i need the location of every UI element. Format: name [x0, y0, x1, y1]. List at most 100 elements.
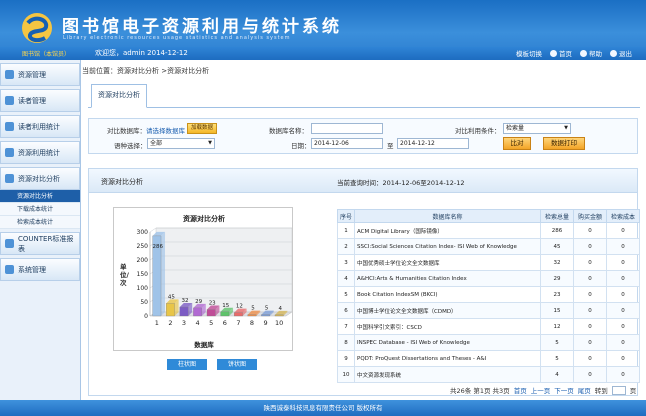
condition-select[interactable]: 检索量 ▼	[503, 123, 571, 134]
reader-icon	[5, 96, 14, 105]
tab-compare-analysis[interactable]: 资源对比分析	[91, 84, 147, 108]
cell-search-total: 29	[540, 270, 574, 287]
user-role: 图书馆（本馆员）	[22, 51, 71, 58]
sidebar-sub-search-cost[interactable]: 检索成本统计	[0, 216, 80, 229]
cell-purchase: 0	[573, 286, 607, 303]
cell-dbname: ACM Digital Library（国际镜像）	[354, 222, 541, 239]
chart-x-tick-label: 8	[250, 319, 254, 327]
table-row: 2 SSCI:Social Sciences Citation Index- IS…	[337, 238, 640, 255]
chart-x-tick-label: 3	[182, 319, 186, 327]
sidebar-item-reader-management[interactable]: 读者管理	[0, 89, 80, 112]
cell-purchase: 0	[573, 334, 607, 351]
table-row: 10 中文资源发现系统 4 0 0	[337, 366, 640, 383]
chart-data-label: 23	[209, 301, 216, 307]
template-switch-link[interactable]: 模板切换	[516, 48, 542, 58]
pager-prev[interactable]: 上一页	[531, 385, 551, 395]
table-row: 6 中国博士学位论文全文数据库（CDMD） 15 0 0	[337, 302, 640, 319]
exit-icon	[610, 49, 617, 57]
cell-dbname: SSCI:Social Sciences Citation Index- ISI…	[354, 238, 541, 255]
cell-search-total: 15	[540, 302, 574, 319]
cell-cost: 0	[606, 334, 640, 351]
bar-chart-button[interactable]: 柱状图	[167, 359, 207, 370]
chart-bar	[274, 314, 284, 317]
lang-label: 语种选择：	[114, 142, 147, 150]
sidebar-item-reader-stats[interactable]: 读者利用统计	[0, 115, 80, 138]
filter-panel: 对比数据库： 请选择数据库 加载数据 数据库名称： 对比利用条件： 检索量 ▼ 语…	[88, 118, 638, 154]
sidebar-item-compare-analysis[interactable]: 资源对比分析	[0, 167, 80, 190]
cell-search-total: 4	[540, 366, 574, 383]
chart-bar	[166, 303, 175, 317]
pie-chart-button[interactable]: 饼状图	[217, 359, 257, 370]
exit-link[interactable]: 退出	[610, 48, 632, 58]
compare-button[interactable]: 比对	[503, 137, 531, 150]
lang-select[interactable]: 全部 ▼	[147, 138, 215, 149]
cell-cost: 0	[606, 350, 640, 367]
resource-icon	[5, 70, 14, 79]
print-button[interactable]: 数据打印	[543, 137, 585, 150]
pager-first[interactable]: 首页	[514, 385, 527, 395]
resource-stats-icon	[5, 148, 14, 157]
select-db-link[interactable]: 请选择数据库	[146, 125, 185, 135]
col-header-search-total: 检索总量	[540, 209, 574, 223]
chart-x-tick-label: 9	[264, 319, 268, 327]
chart-y-tick-label: 300	[137, 229, 149, 236]
sidebar-sub-download-cost[interactable]: 下载成本统计	[0, 203, 80, 216]
app-header: 图书馆电子资源利用与统计系统 Library electronic resour…	[0, 0, 646, 60]
chart-bar	[193, 307, 202, 317]
cell-cost: 0	[606, 270, 640, 287]
chart-data-label: 15	[222, 303, 229, 309]
chart-x-tick-label: 7	[236, 319, 240, 327]
cell-search-total: 45	[540, 238, 574, 255]
logo-icon	[22, 13, 52, 43]
pager-page-unit: 页	[629, 387, 637, 395]
system-icon	[5, 265, 14, 274]
sidebar-sub-compare[interactable]: 资源对比分析	[0, 190, 80, 203]
cell-dbname: 中国科学引文索引：CSCD	[354, 318, 541, 335]
db-label: 对比数据库：	[107, 127, 146, 135]
sidebar-item-counter-report[interactable]: COUNTER标准报表	[0, 232, 80, 255]
table-row: 4 A&HCI:Arts & Humanities Citation Index 2…	[337, 270, 640, 287]
chart-x-tick-label: 4	[196, 319, 200, 327]
col-header-dbname: 数据库名称	[354, 209, 541, 223]
date-from-input[interactable]: 2014-12-06	[311, 138, 383, 149]
cell-cost: 0	[606, 286, 640, 303]
load-data-button[interactable]: 加载数据	[187, 123, 218, 134]
report-icon	[5, 239, 14, 248]
panel-header: 资源对比分析 当前查询时间：2014-12-06至2014-12-12	[89, 169, 637, 193]
chart-data-label: 4	[278, 306, 282, 312]
table-row: 9 PQDT: ProQuest Dissertations and Theses…	[337, 350, 640, 367]
help-link[interactable]: 帮助	[580, 48, 602, 58]
date-label: 日期：	[291, 142, 311, 150]
sidebar-item-resource-management[interactable]: 资源管理	[0, 63, 80, 86]
cell-purchase: 0	[573, 302, 607, 319]
chart-bar	[247, 314, 257, 317]
cell-cost: 0	[606, 302, 640, 319]
pager-last[interactable]: 尾页	[578, 385, 591, 395]
pager-summary: 共26条 第1页 共3页	[450, 387, 510, 395]
pager-page-input[interactable]	[611, 385, 626, 395]
home-icon	[550, 49, 557, 57]
sidebar-item-resource-stats[interactable]: 资源利用统计	[0, 141, 80, 164]
cell-cost: 0	[606, 318, 640, 335]
condition-label: 对比利用条件：	[455, 127, 501, 135]
chart-bar	[234, 312, 243, 317]
cell-purchase: 0	[573, 270, 607, 287]
sidebar: 资源管理 读者管理 读者利用统计 资源利用统计 资源对比分析 资源对比分析 下载…	[0, 60, 81, 400]
date-to-input[interactable]: 2014-12-12	[397, 138, 469, 149]
cell-purchase: 0	[573, 366, 607, 383]
dbname-label: 数据库名称：	[269, 127, 308, 135]
table-row: 7 中国科学引文索引：CSCD 12 0 0	[337, 318, 640, 335]
chart-frame: 资源对比分析 单位/次 数据库 0 50 100 150 200 250 300 286 1 45…	[113, 207, 293, 351]
cell-dbname: A&HCI:Arts & Humanities Citation Index	[354, 270, 541, 287]
pager-next[interactable]: 下一页	[554, 385, 574, 395]
dbname-input[interactable]	[311, 123, 383, 134]
chart-y-tick-label: 150	[137, 271, 149, 278]
sidebar-item-system[interactable]: 系统管理	[0, 258, 80, 281]
cell-search-total: 5	[540, 350, 574, 367]
col-header-index: 序号	[337, 209, 355, 223]
home-link[interactable]: 首页	[550, 48, 572, 58]
cell-cost: 0	[606, 254, 640, 271]
app-title: 图书馆电子资源利用与统计系统	[62, 17, 342, 37]
cell-search-total: 286	[540, 222, 574, 239]
query-time: 当前查询时间：2014-12-06至2014-12-12	[337, 179, 465, 187]
